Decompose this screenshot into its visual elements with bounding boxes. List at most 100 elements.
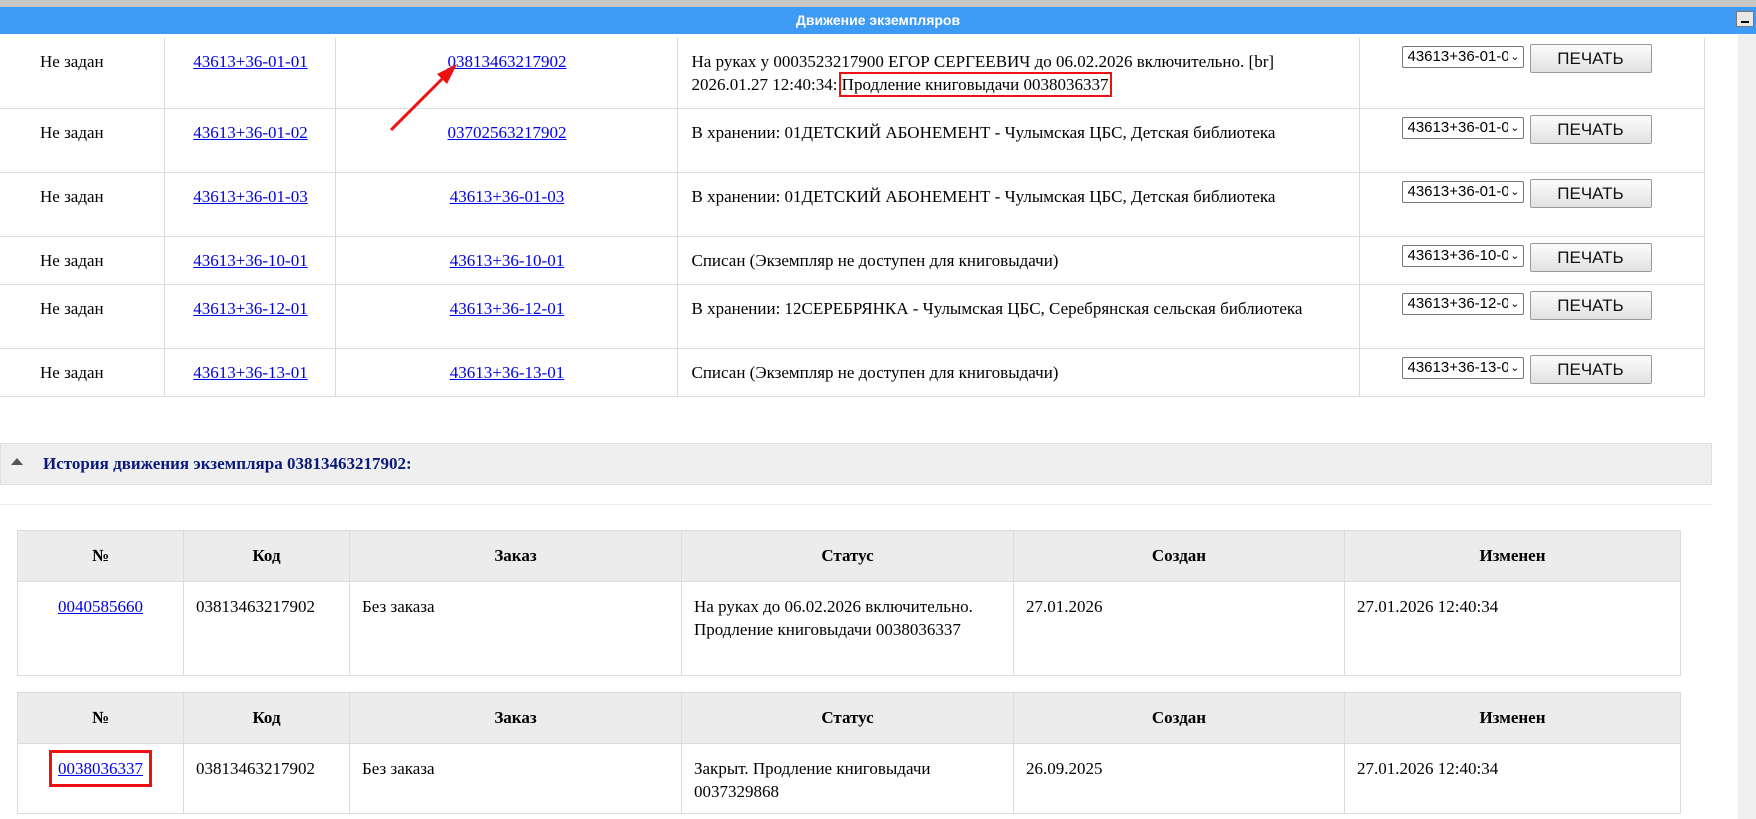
barcode-link[interactable]: 43613+36-01-03 bbox=[450, 187, 564, 206]
history-table-1: № Код Заказ Статус Создан Изменен 004058… bbox=[17, 530, 1681, 676]
record-code: 03813463217902 bbox=[183, 581, 350, 676]
col-header-num: № bbox=[17, 692, 184, 744]
print-button[interactable]: ПЕЧАТЬ bbox=[1529, 179, 1652, 208]
item-location-cell: Не задан bbox=[0, 348, 165, 397]
item-inv-cell: 43613+36-01-02 bbox=[164, 108, 336, 173]
table-row: Не задан 43613+36-10-01 43613+36-10-01 Спис… bbox=[0, 236, 1705, 285]
item-actions-cell: 43613+36-01-03 ⌄ ПЕЧАТЬ bbox=[1359, 172, 1705, 237]
history-title: История движения экземпляра 038134632179… bbox=[43, 454, 412, 473]
item-barcode-cell: 43613+36-01-03 bbox=[335, 172, 678, 237]
chevron-down-icon: ⌄ bbox=[1510, 298, 1520, 310]
item-status-cell: Списан (Экземпляр не доступен для книгов… bbox=[677, 236, 1360, 285]
barcode-select[interactable]: 43613+36-01-03 ⌄ bbox=[1401, 181, 1524, 203]
item-status: В хранении: 12СЕРЕБРЯНКА - Чулымская ЦБС… bbox=[691, 299, 1303, 318]
table-row: Не задан 43613+36-01-01 03813463217902 На р… bbox=[0, 38, 1705, 109]
item-status-cell: В хранении: 01ДЕТСКИЙ АБОНЕМЕНТ - Чулымс… bbox=[677, 108, 1360, 173]
record-code: 03813463217902 bbox=[183, 743, 350, 814]
divider bbox=[0, 504, 1712, 505]
barcode-link[interactable]: 43613+36-10-01 bbox=[450, 251, 564, 270]
item-status: В хранении: 01ДЕТСКИЙ АБОНЕМЕНТ - Чулымс… bbox=[691, 187, 1276, 206]
record-created: 26.09.2025 bbox=[1013, 743, 1345, 814]
col-header-order: Заказ bbox=[349, 692, 682, 744]
record-number-link[interactable]: 0040585660 bbox=[58, 597, 143, 616]
item-location-cell: Не задан bbox=[0, 108, 165, 173]
inventory-number-link[interactable]: 43613+36-01-01 bbox=[193, 52, 307, 71]
item-status: В хранении: 01ДЕТСКИЙ АБОНЕМЕНТ - Чулымс… bbox=[691, 123, 1276, 142]
item-status-cell: В хранении: 12СЕРЕБРЯНКА - Чулымская ЦБС… bbox=[677, 284, 1360, 349]
chevron-down-icon: ⌄ bbox=[1510, 122, 1520, 134]
item-barcode-cell: 43613+36-13-01 bbox=[335, 348, 678, 397]
barcode-link[interactable]: 43613+36-12-01 bbox=[450, 299, 564, 318]
items-table: Не задан 43613+36-01-01 03813463217902 На р… bbox=[0, 38, 1705, 397]
inventory-number-link[interactable]: 43613+36-01-03 bbox=[193, 187, 307, 206]
window-titlebar: Движение экземпляров bbox=[0, 7, 1756, 34]
highlighted-status: Продление книговыдачи 0038036337 bbox=[838, 72, 1112, 97]
barcode-select-value: 43613+36-01-01 bbox=[1407, 48, 1508, 65]
barcode-link[interactable]: 03813463217902 bbox=[448, 52, 567, 71]
item-inv-cell: 43613+36-10-01 bbox=[164, 236, 336, 285]
vertical-scrollbar[interactable] bbox=[1738, 34, 1756, 819]
barcode-select[interactable]: 43613+36-13-01 ⌄ bbox=[1401, 357, 1524, 379]
item-inv-cell: 43613+36-12-01 bbox=[164, 284, 336, 349]
item-inv-cell: 43613+36-13-01 bbox=[164, 348, 336, 397]
col-header-status: Статус bbox=[681, 530, 1014, 582]
print-button[interactable]: ПЕЧАТЬ bbox=[1529, 115, 1652, 144]
barcode-select-value: 43613+36-01-03 bbox=[1407, 183, 1508, 200]
minimize-icon[interactable] bbox=[1736, 11, 1754, 27]
chevron-down-icon: ⌄ bbox=[1510, 51, 1520, 63]
history-section-header[interactable]: История движения экземпляра 038134632179… bbox=[0, 443, 1712, 485]
barcode-link[interactable]: 03702563217902 bbox=[448, 123, 567, 142]
col-header-num: № bbox=[17, 530, 184, 582]
item-location: Не задан bbox=[40, 52, 104, 71]
table-row: Не задан 43613+36-13-01 43613+36-13-01 Спис… bbox=[0, 348, 1705, 397]
item-location: Не задан bbox=[40, 123, 104, 142]
chevron-down-icon: ⌄ bbox=[1510, 250, 1520, 262]
record-status: На руках до 06.02.2026 включительно. Про… bbox=[681, 581, 1014, 676]
barcode-select-value: 43613+36-01-02 bbox=[1407, 119, 1508, 136]
inventory-number-link[interactable]: 43613+36-13-01 bbox=[193, 363, 307, 382]
col-header-status: Статус bbox=[681, 692, 1014, 744]
record-order: Без заказа bbox=[349, 581, 682, 676]
print-button[interactable]: ПЕЧАТЬ bbox=[1529, 291, 1652, 320]
item-actions-cell: 43613+36-13-01 ⌄ ПЕЧАТЬ bbox=[1359, 348, 1705, 397]
record-changed: 27.01.2026 12:40:34 bbox=[1344, 743, 1681, 814]
barcode-select[interactable]: 43613+36-10-01 ⌄ bbox=[1401, 245, 1524, 267]
col-header-created: Создан bbox=[1013, 692, 1345, 744]
barcode-select[interactable]: 43613+36-01-01 ⌄ bbox=[1401, 46, 1524, 68]
item-actions-cell: 43613+36-10-01 ⌄ ПЕЧАТЬ bbox=[1359, 236, 1705, 285]
item-status-cell: В хранении: 01ДЕТСКИЙ АБОНЕМЕНТ - Чулымс… bbox=[677, 172, 1360, 237]
item-status: Списан (Экземпляр не доступен для книгов… bbox=[691, 363, 1059, 382]
window-title: Движение экземпляров bbox=[795, 12, 961, 28]
print-button[interactable]: ПЕЧАТЬ bbox=[1529, 243, 1652, 272]
table-row: Не задан 43613+36-12-01 43613+36-12-01 В хр… bbox=[0, 284, 1705, 349]
record-number-link[interactable]: 0038036337 bbox=[49, 750, 152, 787]
print-button[interactable]: ПЕЧАТЬ bbox=[1529, 355, 1652, 384]
item-location: Не задан bbox=[40, 299, 104, 318]
barcode-select[interactable]: 43613+36-01-02 ⌄ bbox=[1401, 117, 1524, 139]
barcode-select[interactable]: 43613+36-12-01 ⌄ bbox=[1401, 293, 1524, 315]
item-status-cell: На руках у 0003523217900 ЕГОР СЕРГЕЕВИЧ … bbox=[677, 38, 1360, 109]
col-header-created: Создан bbox=[1013, 530, 1345, 582]
item-barcode-cell: 43613+36-12-01 bbox=[335, 284, 678, 349]
item-location-cell: Не задан bbox=[0, 236, 165, 285]
inventory-number-link[interactable]: 43613+36-10-01 bbox=[193, 251, 307, 270]
item-status-cell: Списан (Экземпляр не доступен для книгов… bbox=[677, 348, 1360, 397]
barcode-link[interactable]: 43613+36-13-01 bbox=[450, 363, 564, 382]
inventory-number-link[interactable]: 43613+36-12-01 bbox=[193, 299, 307, 318]
barcode-select-value: 43613+36-12-01 bbox=[1407, 295, 1508, 312]
inventory-number-link[interactable]: 43613+36-01-02 bbox=[193, 123, 307, 142]
table-row: 0040585660 03813463217902 Без заказа На … bbox=[17, 581, 1681, 676]
item-inv-cell: 43613+36-01-01 bbox=[164, 38, 336, 109]
barcode-select-value: 43613+36-13-01 bbox=[1407, 359, 1508, 376]
item-location-cell: Не задан bbox=[0, 284, 165, 349]
col-header-changed: Изменен bbox=[1344, 692, 1681, 744]
table-row: Не задан 43613+36-01-03 43613+36-01-03 В хр… bbox=[0, 172, 1705, 237]
triangle-up-icon[interactable] bbox=[11, 458, 23, 465]
item-status: Списан (Экземпляр не доступен для книгов… bbox=[691, 251, 1059, 270]
chevron-down-icon: ⌄ bbox=[1510, 186, 1520, 198]
print-button[interactable]: ПЕЧАТЬ bbox=[1529, 44, 1652, 73]
item-actions-cell: 43613+36-01-01 ⌄ ПЕЧАТЬ bbox=[1359, 38, 1705, 109]
top-strip bbox=[0, 0, 1756, 7]
record-order: Без заказа bbox=[349, 743, 682, 814]
item-inv-cell: 43613+36-01-03 bbox=[164, 172, 336, 237]
